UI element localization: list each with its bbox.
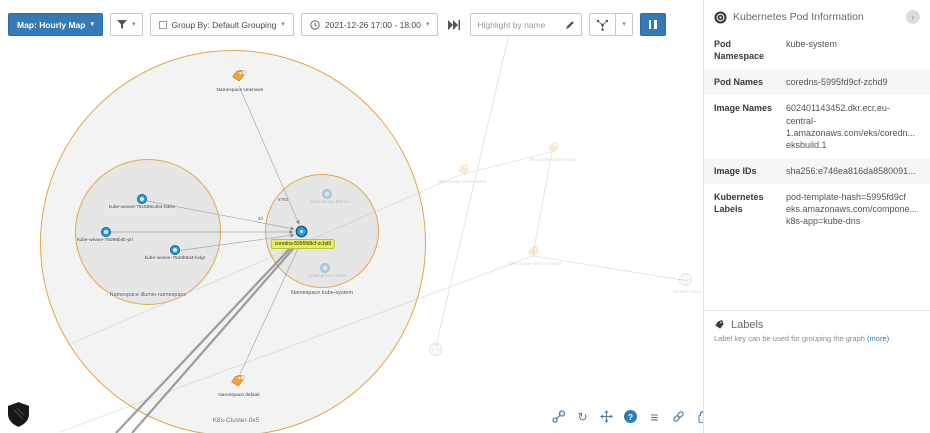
filter-button[interactable]: ▾ <box>110 13 143 36</box>
chevron-down-icon: ▾ <box>90 21 94 28</box>
help-button[interactable]: ? <box>623 409 638 424</box>
panel-title: Kubernetes Pod Information <box>733 11 900 23</box>
more-link[interactable]: (more) <box>867 334 889 343</box>
faded-globe-icon[interactable] <box>678 272 693 292</box>
cluster-caption: K8s-Cluster-0x5 <box>213 417 260 424</box>
pod-node[interactable] <box>171 246 179 254</box>
faded-globe-icon[interactable] <box>428 342 443 362</box>
selected-pod-label-chip[interactable]: coredns-5995fd9cf-zchd9 <box>271 239 335 249</box>
row-value: pod-template-hash=5995fd9cf eks.amazonaw… <box>786 191 920 227</box>
row-value: 602401143452.dkr.ecr.eu- central- 1.amaz… <box>786 102 920 151</box>
labels-section-description: Label key can be used for grouping the g… <box>714 334 920 343</box>
group-by-button[interactable]: Group By: Default Grouping ▾ <box>150 13 294 36</box>
trace-split-button: ▾ <box>589 13 633 36</box>
pod-node-label: kube-proxy-l4v8d <box>309 274 346 279</box>
pod-node[interactable] <box>138 195 146 203</box>
map-type-label: Map: Hourly Map <box>17 20 85 30</box>
selected-pod-node[interactable] <box>297 227 306 236</box>
faded-tag-icon[interactable] <box>526 246 542 265</box>
info-row: Kubernetes Labels pod-template-hash=5995… <box>704 184 930 234</box>
row-label: Pod Namespace <box>714 38 786 62</box>
connected-nodes-icon <box>596 19 609 31</box>
link-icon[interactable] <box>671 409 686 424</box>
namespace-tag-icon[interactable] <box>231 70 247 89</box>
row-value: sha256:e746ea816da8580091... <box>786 165 920 177</box>
help-icon: ? <box>624 410 637 423</box>
edge-port-label: 53 <box>258 216 263 221</box>
shield-logo <box>8 402 29 432</box>
row-label: Kubernetes Labels <box>714 191 786 227</box>
pod-information-panel: Kubernetes Pod Information › Pod Namespa… <box>703 0 930 433</box>
faded-tag-icon[interactable] <box>456 164 472 183</box>
namespace-circle-left[interactable] <box>75 159 221 305</box>
collapse-panel-button[interactable]: › <box>906 10 920 24</box>
pod-node-faded[interactable] <box>323 190 331 198</box>
row-label: Image IDs <box>714 165 786 177</box>
map-toolbar: Map: Hourly Map ▾ ▾ Group By: Default Gr… <box>8 13 666 36</box>
pause-icon <box>649 20 652 29</box>
namespace-caption-left: Namespace illumio-namespace <box>110 292 187 298</box>
skip-to-latest-button[interactable] <box>445 17 463 32</box>
chevron-down-icon: ▾ <box>281 21 285 28</box>
chevron-down-icon: ▾ <box>426 21 430 28</box>
time-range-button[interactable]: 2021-12-26 17:00 - 18:00 ▾ <box>301 13 438 36</box>
move-icon[interactable] <box>599 409 614 424</box>
info-row: Pod Names coredns-5995fd9cf-zchd9 <box>704 69 930 95</box>
row-value: kube-system <box>786 38 920 62</box>
row-value: coredns-5995fd9cf-zchd9 <box>786 76 920 88</box>
skip-to-end-icon <box>448 20 460 30</box>
grouping-icon <box>159 21 167 29</box>
pod-icon <box>714 11 727 24</box>
group-by-label: Group By: Default Grouping <box>172 20 277 30</box>
list-view-icon[interactable]: ≡ <box>647 409 662 424</box>
pod-node-label: kube-weave-75d98b4b-prl <box>77 238 133 243</box>
graph-nodes-icon[interactable] <box>551 409 566 424</box>
edge-port-label: 6783 <box>278 197 288 202</box>
labels-section-title: Labels <box>731 319 763 331</box>
map-type-button[interactable]: Map: Hourly Map ▾ <box>8 13 103 36</box>
time-range-label: 2021-12-26 17:00 - 18:00 <box>325 20 421 30</box>
info-row: Image IDs sha256:e746ea816da8580091... <box>704 158 930 184</box>
refresh-icon[interactable]: ↻ <box>575 409 590 424</box>
pencil-icon <box>565 20 575 30</box>
namespace-caption-right: Namespace kube-system <box>291 290 353 296</box>
tag-icon <box>714 320 726 331</box>
labels-section: Labels Label key can be used for groupin… <box>704 310 930 351</box>
row-label: Pod Names <box>714 76 786 88</box>
pod-node-label: kube-weave-75d8b9d4-kvlgr <box>145 256 206 261</box>
pod-node-label: kube-proxy-9hm2c <box>310 200 350 205</box>
highlight-input[interactable] <box>477 20 561 30</box>
pause-button[interactable] <box>640 13 666 36</box>
trace-button[interactable] <box>589 13 615 36</box>
info-row: Pod Namespace kube-system <box>704 31 930 69</box>
row-label: Image Names <box>714 102 786 151</box>
chevron-down-icon: ▾ <box>132 21 136 28</box>
chevron-right-icon: › <box>912 12 915 22</box>
pod-node-faded[interactable] <box>321 264 329 272</box>
faded-tag-icon[interactable] <box>546 142 562 161</box>
panel-header: Kubernetes Pod Information › <box>704 0 930 31</box>
namespace-tag-icon[interactable] <box>230 375 246 394</box>
trace-dropdown-button[interactable]: ▾ <box>615 13 633 36</box>
network-map[interactable]: kube-weave-76c555c4b4-l3k9v kube-weave-7… <box>0 0 703 433</box>
chevron-down-icon: ▾ <box>622 21 626 28</box>
clock-icon <box>310 20 320 30</box>
filter-icon <box>117 20 127 29</box>
pod-node[interactable] <box>102 228 110 236</box>
highlight-search-box[interactable] <box>470 13 582 36</box>
info-row: Image Names 602401143452.dkr.ecr.eu- cen… <box>704 95 930 158</box>
pod-node-label: kube-weave-76c555c4b4-l3k9v <box>109 205 175 210</box>
